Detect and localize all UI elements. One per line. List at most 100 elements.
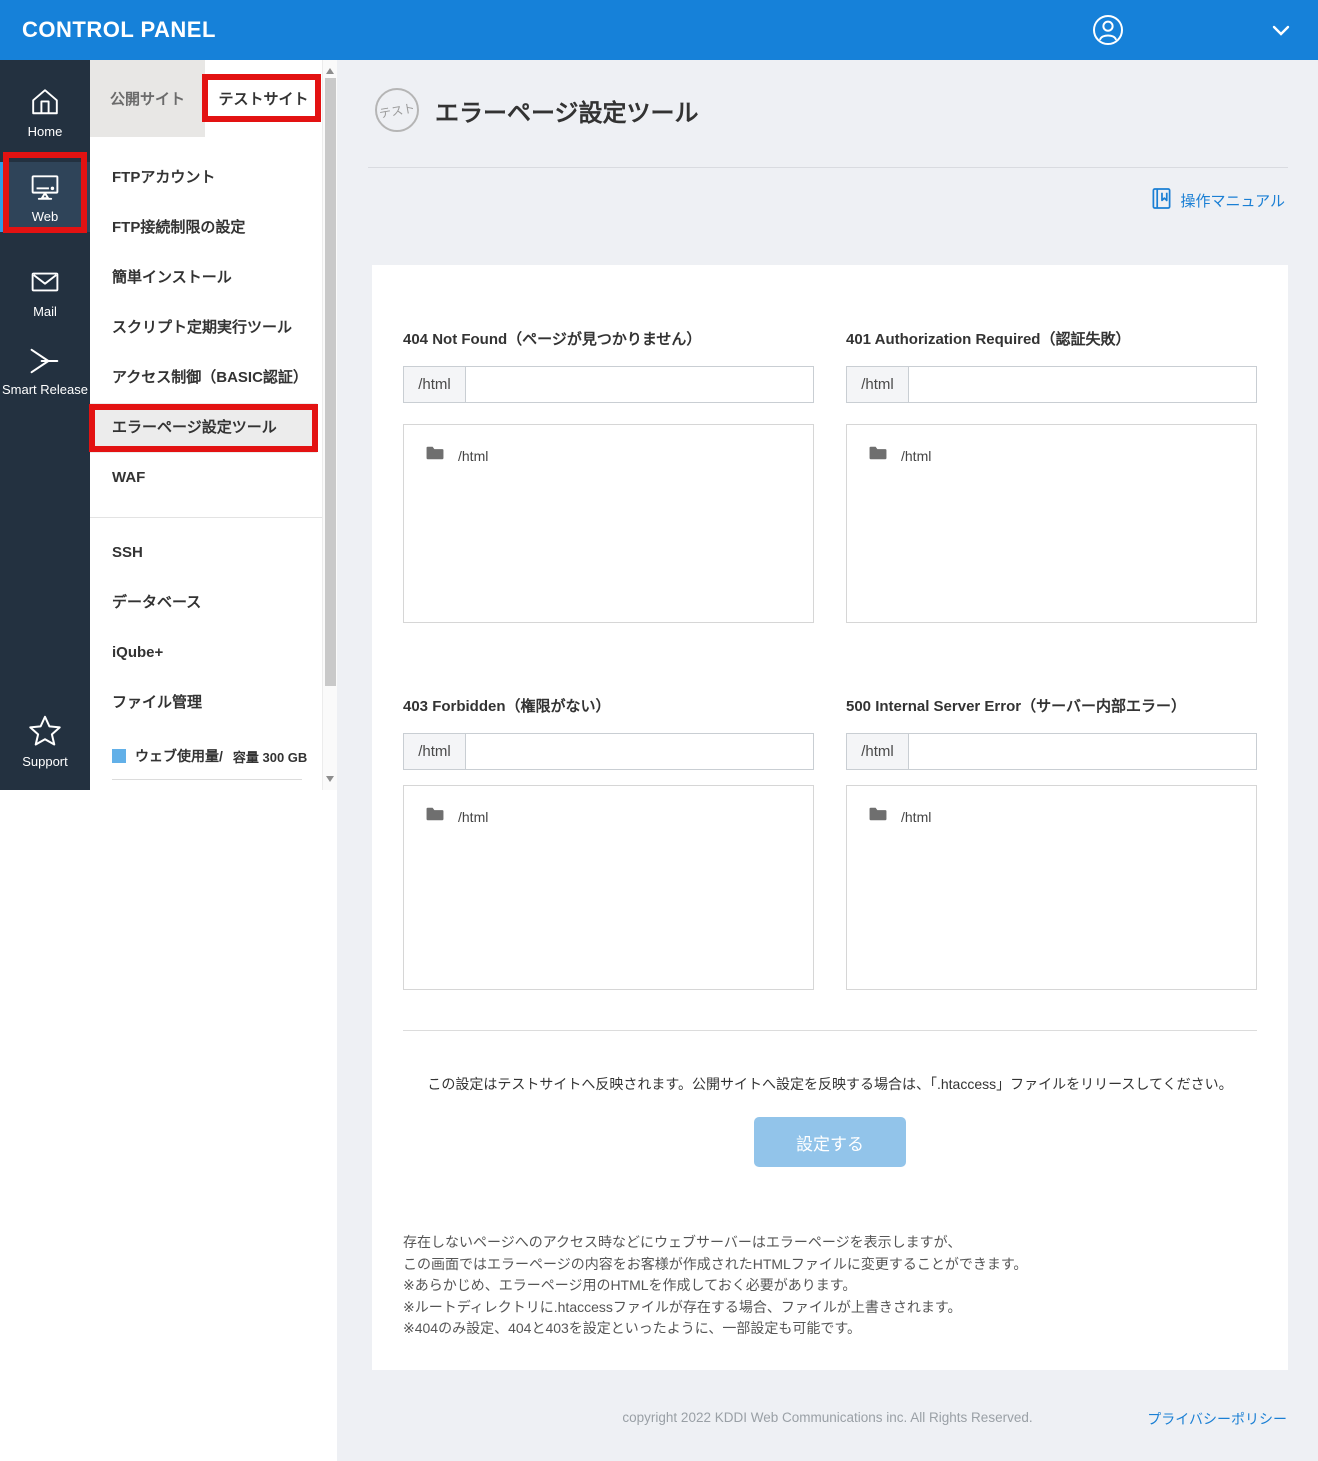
section-403-title: 403 Forbidden（権限がない） <box>403 698 611 715</box>
rail-label-smart-release: Smart Release <box>2 382 88 397</box>
section-403-path-prefix: /html <box>403 733 465 770</box>
usage-divider <box>112 779 302 780</box>
sidebar-item-iqube[interactable]: iQube+ <box>90 628 322 678</box>
section-404-tree-root[interactable]: /html <box>425 445 488 466</box>
section-404: 404 Not Found（ページが見つかりません） /html /html <box>403 265 814 623</box>
title-divider <box>368 167 1288 168</box>
user-circle-icon <box>1091 15 1125 51</box>
description-notes: 存在しないページへのアクセス時などにウェブサーバーはエラーページを表示しますが、… <box>403 1232 1257 1340</box>
section-403-file-browser: /html <box>403 785 814 990</box>
app-title: CONTROL PANEL <box>22 17 216 42</box>
section-403-tree-label: /html <box>458 808 489 825</box>
rail-label-home: Home <box>27 124 63 139</box>
star-icon <box>0 712 90 750</box>
tab-public-site[interactable]: 公開サイト <box>90 60 205 137</box>
sidebar-item-ftp-account[interactable]: FTPアカウント <box>90 153 322 203</box>
book-icon <box>1151 187 1180 214</box>
scrollbar-down-arrow[interactable] <box>326 776 334 782</box>
usage-capacity: 容量 300 GB <box>232 749 308 765</box>
section-404-tree-label: /html <box>458 447 489 464</box>
section-500-file-browser: /html <box>846 785 1257 990</box>
section-404-file-browser: /html <box>403 424 814 623</box>
submit-button[interactable]: 設定する <box>754 1117 906 1167</box>
folder-icon <box>868 445 888 466</box>
section-403-path-input[interactable] <box>465 733 814 770</box>
section-500-title: 500 Internal Server Error（サーバー内部エラー） <box>846 698 1186 715</box>
sidebar-scrollbar[interactable] <box>322 60 337 790</box>
section-403: 403 Forbidden（権限がない） /html /html <box>403 623 814 990</box>
section-404-path-input[interactable] <box>465 366 814 403</box>
section-404-input-group: /html <box>403 366 814 403</box>
test-mode-badge-label: テスト <box>378 100 417 121</box>
sidebar-item-easy-install[interactable]: 簡単インストール <box>90 253 322 303</box>
folder-icon <box>425 806 445 827</box>
section-500-tree-root[interactable]: /html <box>868 806 931 827</box>
folder-icon <box>425 445 445 466</box>
note-line: 存在しないページへのアクセス時などにウェブサーバーはエラーページを表示しますが、 <box>403 1234 962 1250</box>
privacy-policy-link[interactable]: プライバシーポリシー <box>1147 1409 1287 1429</box>
sidebar-menu: FTPアカウント FTP接続制限の設定 簡単インストール スクリプト定期実行ツー… <box>90 153 322 780</box>
nav-rail: Home Web Mail Smart Release Support <box>0 60 90 790</box>
rail-item-mail[interactable]: Mail <box>0 258 90 322</box>
rail-item-support[interactable]: Support <box>0 706 90 782</box>
section-401-path-prefix: /html <box>846 366 908 403</box>
settings-card: 404 Not Found（ページが見つかりません） /html /html 4… <box>372 265 1288 1370</box>
sidebar-item-waf[interactable]: WAF <box>90 453 322 503</box>
rail-label-web: Web <box>31 209 59 224</box>
scrollbar-thumb[interactable] <box>325 78 336 686</box>
section-500-input-group: /html <box>846 733 1257 770</box>
sidebar-item-error-page-tool[interactable]: エラーページ設定ツール <box>90 403 317 453</box>
home-icon <box>0 84 90 120</box>
envelope-icon <box>0 264 90 300</box>
note-line: ※404のみ設定、404と403を設定といったように、一部設定も可能です。 <box>403 1320 861 1336</box>
main-content: テスト エラーページ設定ツール 操作マニュアル 404 Not Found（ペー… <box>337 60 1318 1461</box>
page-title: エラーページ設定ツール <box>435 100 699 127</box>
section-403-tree-root[interactable]: /html <box>425 806 488 827</box>
scrollbar-up-arrow[interactable] <box>326 68 334 74</box>
test-mode-badge: テスト <box>375 88 419 132</box>
sidebar: 公開サイト テストサイト FTPアカウント FTP接続制限の設定 簡単インストー… <box>90 60 322 790</box>
rail-label-mail: Mail <box>33 304 57 319</box>
site-tabs: 公開サイト テストサイト <box>90 60 322 137</box>
section-403-input-group: /html <box>403 733 814 770</box>
double-chevron-icon <box>0 344 90 378</box>
section-404-title: 404 Not Found（ページが見つかりません） <box>403 331 702 348</box>
web-usage-meter[interactable]: ウェブ使用量/ 容量 300 GB <box>112 746 322 766</box>
usage-label: ウェブ使用量/ <box>135 748 223 764</box>
user-account-button[interactable] <box>1091 13 1125 47</box>
card-divider <box>403 1030 1257 1031</box>
sidebar-item-ftp-restriction[interactable]: FTP接続制限の設定 <box>90 203 322 253</box>
manual-link[interactable]: 操作マニュアル <box>1151 187 1285 214</box>
section-401-path-input[interactable] <box>908 366 1257 403</box>
usage-legend-square <box>112 749 126 763</box>
rail-label-support: Support <box>22 754 68 769</box>
sidebar-divider <box>90 517 322 518</box>
section-401: 401 Authorization Required（認証失敗） /html /… <box>846 265 1257 623</box>
rail-item-home[interactable]: Home <box>0 80 90 146</box>
header-menu-toggle[interactable] <box>1272 24 1292 38</box>
section-401-tree-label: /html <box>901 447 932 464</box>
sidebar-item-database[interactable]: データベース <box>90 578 322 628</box>
rail-item-smart-release[interactable]: Smart Release <box>0 340 90 424</box>
chevron-down-icon <box>1272 24 1290 41</box>
rail-item-web[interactable]: Web <box>0 162 90 232</box>
sidebar-item-script-scheduler[interactable]: スクリプト定期実行ツール <box>90 303 322 353</box>
manual-link-label: 操作マニュアル <box>1180 193 1285 210</box>
app-header: CONTROL PANEL <box>0 0 1318 60</box>
sidebar-item-access-control[interactable]: アクセス制御（BASIC認証） <box>90 353 322 403</box>
section-404-path-prefix: /html <box>403 366 465 403</box>
note-line: ※あらかじめ、エラーページ用のHTMLを作成しておく必要があります。 <box>403 1277 857 1293</box>
section-500: 500 Internal Server Error（サーバー内部エラー） /ht… <box>846 623 1257 990</box>
section-500-path-prefix: /html <box>846 733 908 770</box>
monitor-icon <box>0 169 90 205</box>
section-401-input-group: /html <box>846 366 1257 403</box>
tab-test-site[interactable]: テストサイト <box>205 60 322 137</box>
note-line: この画面ではエラーページの内容をお客様が作成されたHTMLファイルに変更すること… <box>403 1255 1028 1272</box>
folder-icon <box>868 806 888 827</box>
sidebar-item-file-manager[interactable]: ファイル管理 <box>90 678 322 728</box>
reflect-notice: この設定はテストサイトへ反映されます。公開サイトへ設定を反映する場合は、「.ht… <box>427 1076 1233 1092</box>
section-401-title: 401 Authorization Required（認証失敗） <box>846 331 1131 348</box>
section-500-path-input[interactable] <box>908 733 1257 770</box>
section-401-tree-root[interactable]: /html <box>868 445 931 466</box>
sidebar-item-ssh[interactable]: SSH <box>90 528 322 578</box>
